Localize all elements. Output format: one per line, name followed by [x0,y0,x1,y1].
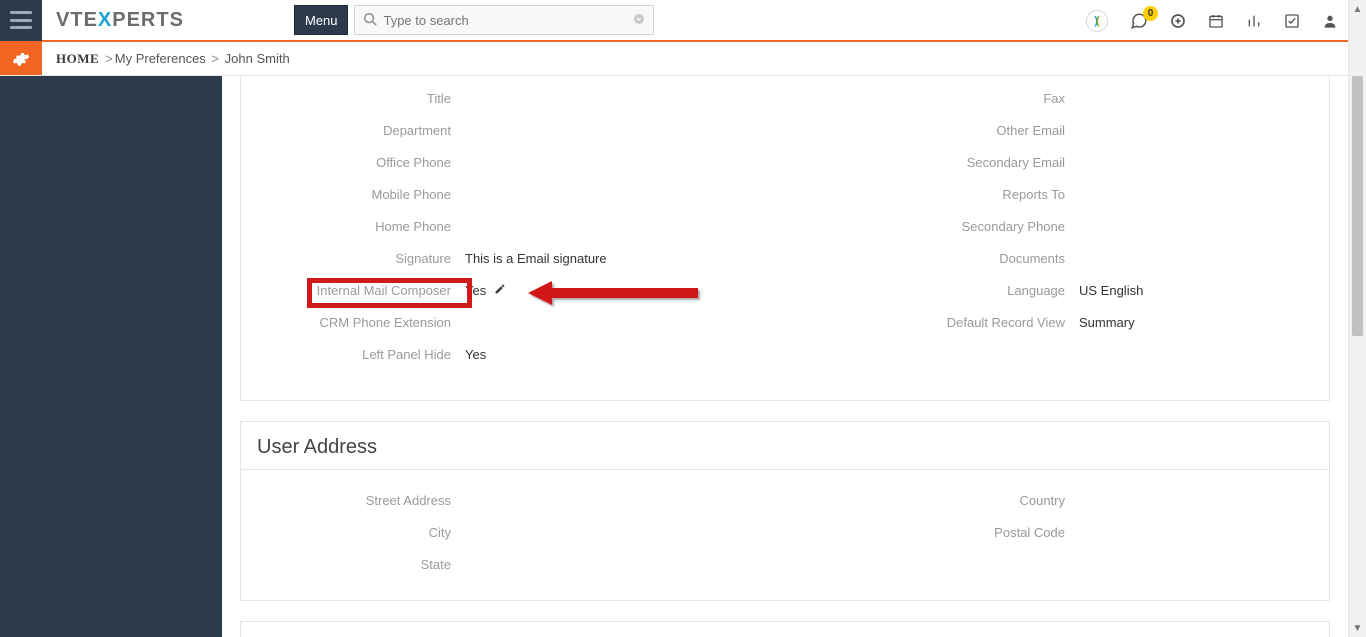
field-row: Department [241,114,785,146]
field-label: State [241,557,461,572]
company-icon[interactable]: )( [1086,10,1108,32]
breadcrumb-sep: > [208,51,223,66]
breadcrumb-level1[interactable]: My Preferences [115,51,206,66]
field-label: Country [785,493,1075,508]
field-value: US English [1075,283,1143,298]
reports-icon[interactable] [1246,13,1262,29]
edit-icon[interactable] [494,283,506,298]
scroll-up-icon[interactable]: ▲ [1349,0,1366,18]
field-value: Summary [1075,315,1135,330]
field-label: CRM Phone Extension [241,315,461,330]
field-row: Mobile Phone [241,178,785,210]
field-row: Secondary Email [785,146,1329,178]
logo-part: X [98,9,112,31]
field-row: Home Phone [241,210,785,242]
chat-badge: 0 [1143,6,1158,21]
field-value-text: Yes [465,347,486,362]
field-value-text: US English [1079,283,1143,298]
vertical-scrollbar[interactable]: ▲ ▼ [1348,0,1366,637]
global-search[interactable] [354,5,654,35]
field-value[interactable]: Yes [461,283,506,298]
logo-part: PERTS [112,9,184,31]
chevron-down-icon[interactable] [633,13,645,28]
field-label: Internal Mail Composer [241,283,461,298]
field-row: Left Panel Hide Yes [241,338,785,370]
field-label: Default Record View [785,315,1075,330]
search-input[interactable] [383,13,633,28]
app-logo: VTEXPERTS [56,0,184,41]
field-row: Country [785,484,1329,516]
gear-icon [12,50,30,68]
field-label: Fax [785,91,1075,106]
field-label: Reports To [785,187,1075,202]
user-address-panel: User Address Street Address City State Cou… [240,421,1330,601]
field-label: Signature [241,251,461,266]
search-icon [363,12,377,29]
field-value: This is a Email signature [461,251,607,266]
field-label: City [241,525,461,540]
main-content: Title Department Office Phone Mobile Phone H… [222,76,1348,637]
field-row: City [241,516,785,548]
user-photograph-panel: User Photograph [240,621,1330,637]
scroll-down-icon[interactable]: ▼ [1349,619,1366,637]
hamburger-icon [10,11,32,29]
field-label: Street Address [241,493,461,508]
field-label: Secondary Email [785,155,1075,170]
field-row: Other Email [785,114,1329,146]
field-label: Postal Code [785,525,1075,540]
main-menu-button[interactable]: Menu [294,5,349,35]
settings-button[interactable] [0,42,42,75]
field-value-text: Yes [465,283,486,298]
field-row: Reports To [785,178,1329,210]
add-icon[interactable] [1170,13,1186,29]
field-row: Internal Mail Composer Yes [241,274,785,306]
field-label: Secondary Phone [785,219,1075,234]
breadcrumb-bar: HOME > My Preferences > John Smith [0,42,1366,76]
field-label: Left Panel Hide [241,347,461,362]
field-row: Office Phone [241,146,785,178]
top-bar: VTEXPERTS Menu )( 0 [0,0,1366,42]
field-row: Documents [785,242,1329,274]
field-row: Default Record View Summary [785,306,1329,338]
preferences-panel: Title Department Office Phone Mobile Phone H… [240,76,1330,401]
chat-icon[interactable]: 0 [1130,12,1148,30]
field-row: CRM Phone Extension [241,306,785,338]
top-right-icons: )( 0 [1086,0,1338,42]
logo-part: E [84,9,98,31]
breadcrumb-sep: > [105,51,113,66]
tasks-icon[interactable] [1284,13,1300,29]
field-row: Language US English [785,274,1329,306]
field-label: Title [241,91,461,106]
field-label: Language [785,283,1075,298]
user-icon[interactable] [1322,13,1338,29]
menu-toggle-button[interactable] [0,0,42,41]
scroll-thumb[interactable] [1352,76,1363,336]
breadcrumb-home[interactable]: HOME [56,51,99,67]
calendar-icon[interactable] [1208,13,1224,29]
section-title-address: User Address [241,422,1329,470]
field-row: Secondary Phone [785,210,1329,242]
field-label: Mobile Phone [241,187,461,202]
section-title-photo: User Photograph [241,622,1329,637]
field-row: Street Address [241,484,785,516]
field-row: State [241,548,785,580]
left-sidebar [0,76,222,637]
field-label: Office Phone [241,155,461,170]
field-label: Home Phone [241,219,461,234]
field-row: Signature This is a Email signature [241,242,785,274]
breadcrumb: HOME > My Preferences > John Smith [42,42,290,75]
logo-part: VT [56,9,84,31]
field-row: Title [241,82,785,114]
field-value-text: This is a Email signature [465,251,607,266]
field-label: Documents [785,251,1075,266]
field-value-text: Summary [1079,315,1135,330]
breadcrumb-level2[interactable]: John Smith [225,51,290,66]
field-label: Other Email [785,123,1075,138]
field-row: Fax [785,82,1329,114]
field-value: Yes [461,347,486,362]
field-label: Department [241,123,461,138]
field-row: Postal Code [785,516,1329,548]
